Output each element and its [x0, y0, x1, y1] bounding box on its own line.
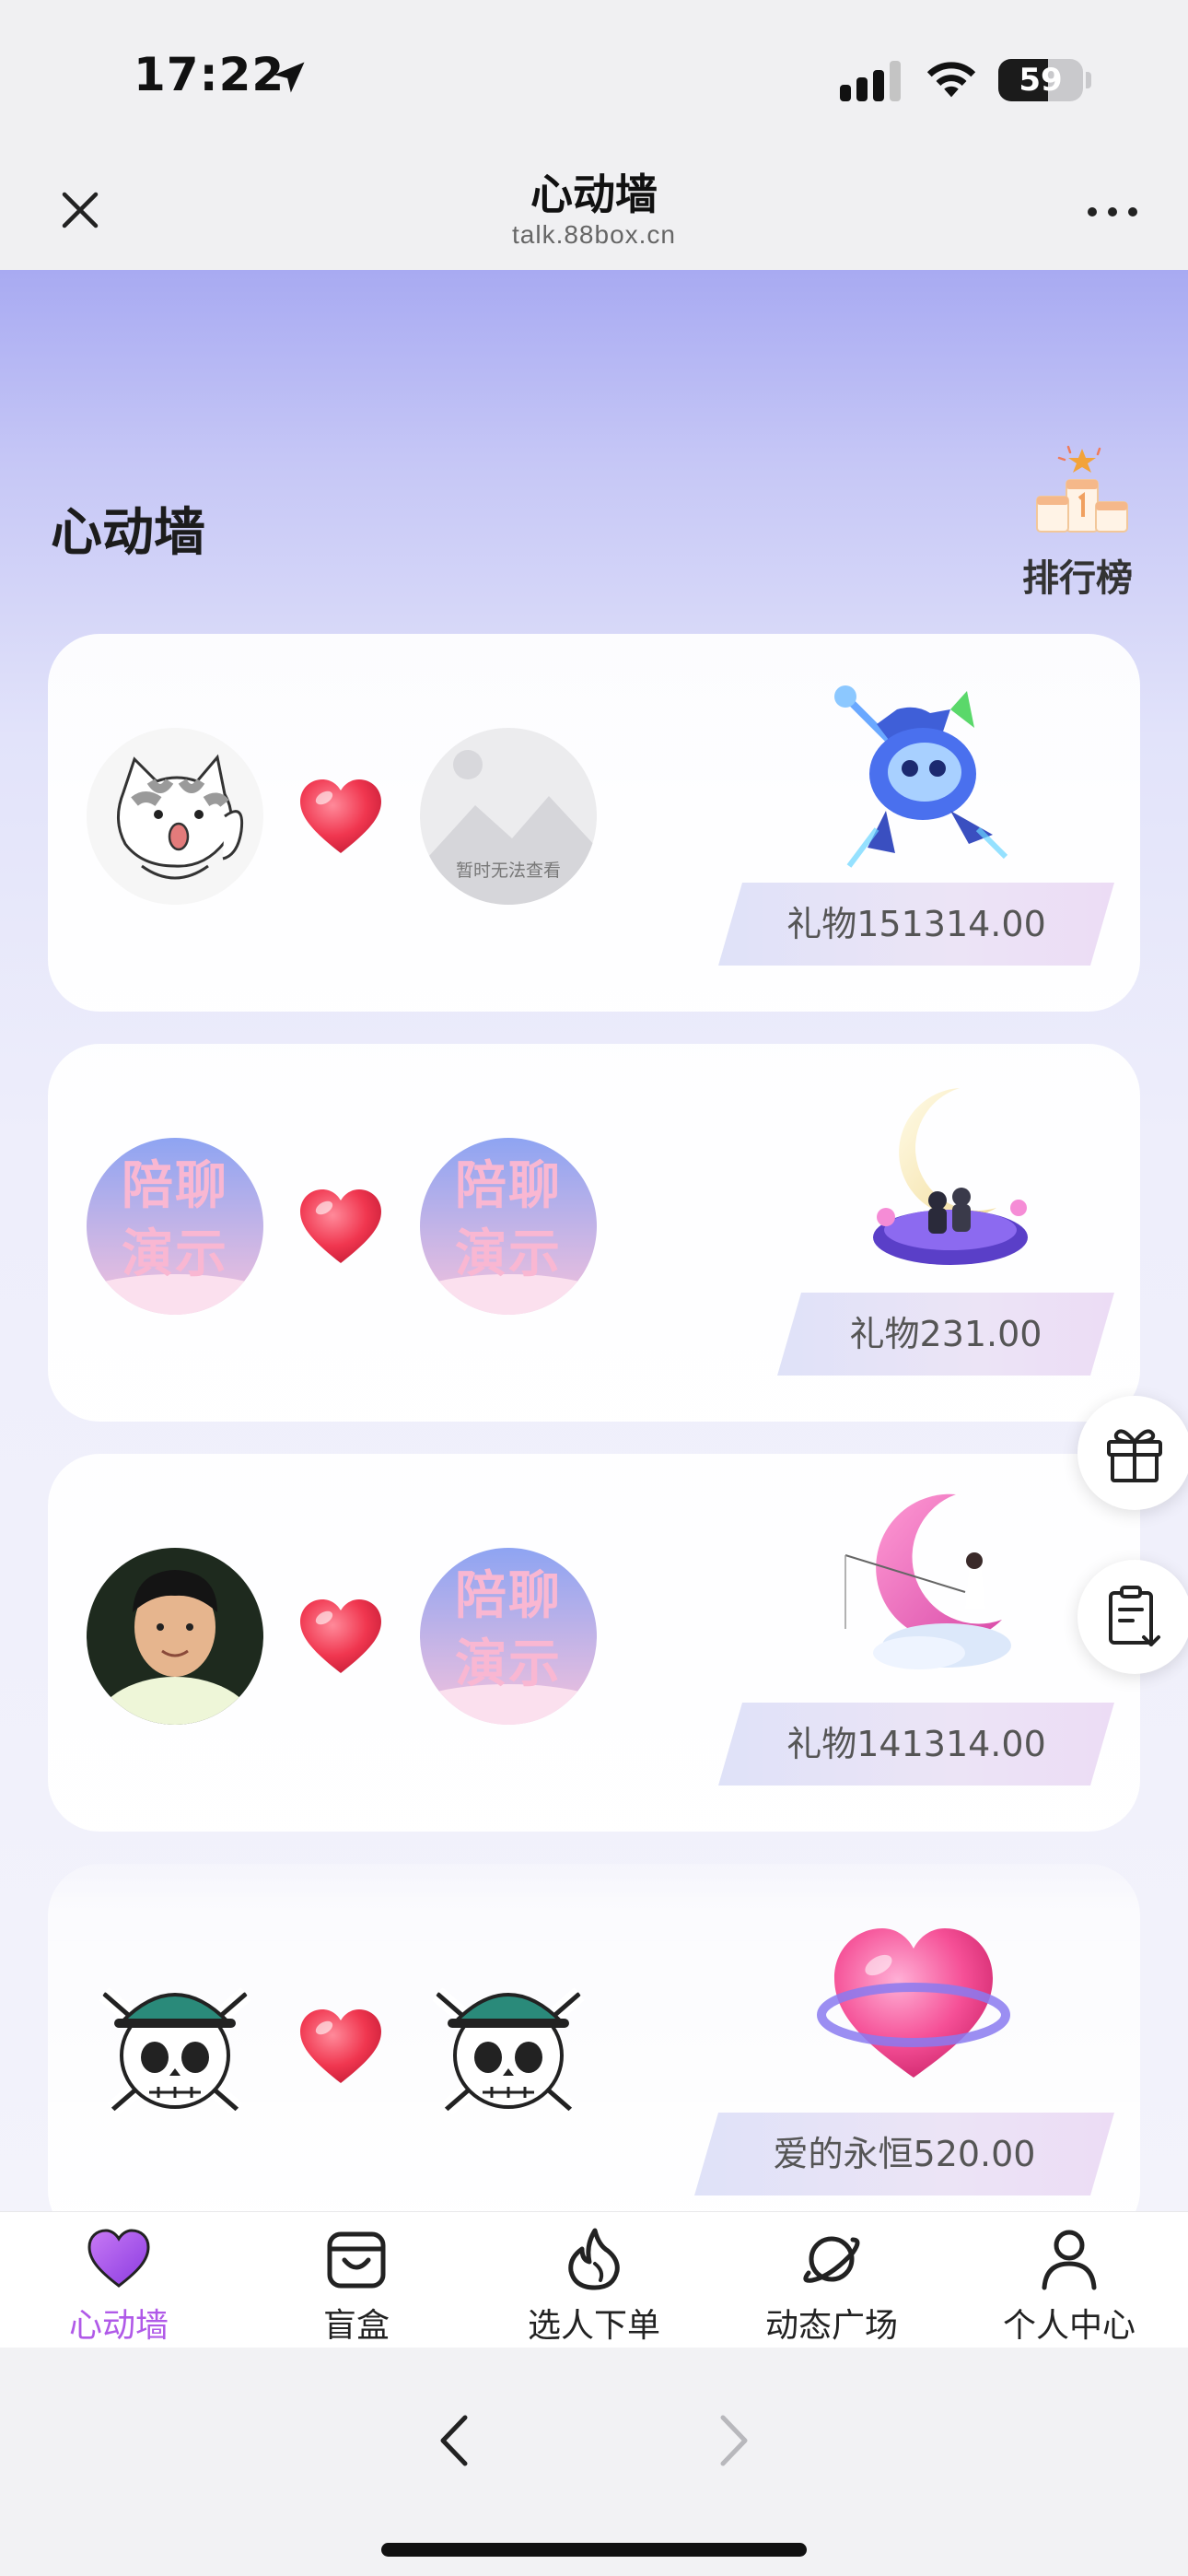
battery-level-text: 59	[1019, 62, 1063, 99]
back-chevron-icon[interactable]	[428, 2408, 483, 2473]
ranking-button[interactable]: 排行榜	[1013, 445, 1142, 602]
heart-icon	[300, 1599, 381, 1673]
demo-avatar-caption: 陪聊 演示	[122, 1156, 228, 1284]
bottom-tab-bar: 心动墙 盲盒 选人下单 动态广场 个人中心	[0, 2211, 1188, 2348]
heart-wall-card[interactable]: 陪聊 演示 陪聊 演示 礼物231.00	[48, 1044, 1140, 1422]
page-title: 心动墙	[530, 170, 658, 219]
tab-label: 个人中心	[1002, 2307, 1136, 2345]
gift-amount-text: 爱的永恒520.00	[773, 2134, 1036, 2174]
gift-icon	[1107, 1429, 1162, 1482]
gift-amount-text: 礼物231.00	[849, 1314, 1042, 1354]
cat-avatar[interactable]	[87, 728, 263, 905]
gift-amount-text: 礼物141314.00	[786, 1724, 1046, 1764]
more-icon[interactable]	[1076, 189, 1149, 235]
demo-avatar-caption: 陪聊 演示	[455, 1566, 562, 1694]
heart-icon	[300, 779, 381, 853]
image-unavailable-caption: 暂时无法查看	[455, 861, 561, 881]
flame-icon	[568, 2228, 620, 2290]
podium-icon	[1036, 445, 1128, 533]
tab-heart-wall[interactable]: 心动墙	[0, 2212, 238, 2348]
heart-wall-card[interactable]: 爱的永恒520.00	[48, 1864, 1140, 2211]
wifi-icon	[926, 62, 976, 98]
skull-avatar-image	[430, 1986, 587, 2125]
tab-feed-square[interactable]: 动态广场	[713, 2212, 950, 2348]
heart-icon	[300, 1189, 381, 1263]
cellular-signal-icon	[840, 61, 901, 101]
person-avatar-image	[87, 1548, 263, 1725]
demo-avatar-caption: 陪聊 演示	[455, 1156, 562, 1284]
forward-chevron-icon[interactable]	[705, 2408, 760, 2473]
planet-icon	[803, 2236, 860, 2283]
skull-avatar[interactable]	[87, 1958, 263, 2135]
status-time: 17:22	[134, 48, 285, 101]
browser-header: 心动墙 talk.88box.cn	[0, 152, 1188, 270]
status-bar: 17:22 59	[0, 0, 1188, 152]
skull-avatar-image	[97, 1986, 253, 2125]
tab-personal-center[interactable]: 个人中心	[950, 2212, 1188, 2348]
tab-blind-box[interactable]: 盲盒	[238, 2212, 475, 2348]
location-arrow-icon	[274, 62, 305, 93]
gift-amount-text: 礼物151314.00	[786, 904, 1046, 944]
heart-wall-card[interactable]: 暂时无法查看 礼物151314.00	[48, 634, 1140, 1012]
browser-navigation	[0, 2348, 1188, 2576]
gift-amount-badge: 爱的永恒520.00	[694, 2113, 1114, 2195]
ranking-label: 排行榜	[1022, 557, 1133, 600]
tab-label: 动态广场	[764, 2307, 898, 2345]
moon-fishing-gift	[844, 1493, 1011, 1669]
person-icon	[1042, 2230, 1097, 2290]
page-url: talk.88box.cn	[512, 220, 676, 249]
robot-cat-gift	[834, 685, 1008, 868]
person-avatar[interactable]	[87, 1548, 263, 1725]
heart-ring-gift	[817, 1928, 1010, 2078]
gift-amount-badge: 礼物151314.00	[718, 883, 1114, 966]
heart-wall-card[interactable]: 陪聊 演示 礼物141314.00	[48, 1454, 1140, 1832]
heart-icon	[300, 2009, 381, 2083]
order-list-button[interactable]	[1077, 1560, 1188, 1674]
tab-label: 选人下单	[527, 2307, 660, 2345]
gift-amount-badge: 礼物141314.00	[718, 1703, 1114, 1786]
home-indicator	[381, 2543, 807, 2557]
bag-icon	[327, 2231, 386, 2289]
tab-label: 盲盒	[322, 2307, 390, 2345]
gift-button[interactable]	[1077, 1396, 1188, 1510]
skull-avatar[interactable]	[420, 1958, 597, 2135]
heart-icon	[87, 2229, 150, 2288]
cat-avatar-image	[87, 728, 263, 905]
battery-icon: 59	[998, 59, 1083, 101]
clipboard-download-icon	[1109, 1586, 1160, 1646]
moon-couple-gift	[873, 1088, 1028, 1265]
battery-tip	[1086, 72, 1091, 88]
tab-select-order[interactable]: 选人下单	[475, 2212, 713, 2348]
gift-amount-badge: 礼物231.00	[777, 1293, 1114, 1376]
tab-label: 心动墙	[68, 2307, 169, 2345]
main-content[interactable]: 心动墙 排行榜 暂时无法查看 礼物151314.00 陪聊 演示 陪聊 演示 礼…	[0, 270, 1188, 2211]
section-title: 心动墙	[51, 503, 205, 563]
